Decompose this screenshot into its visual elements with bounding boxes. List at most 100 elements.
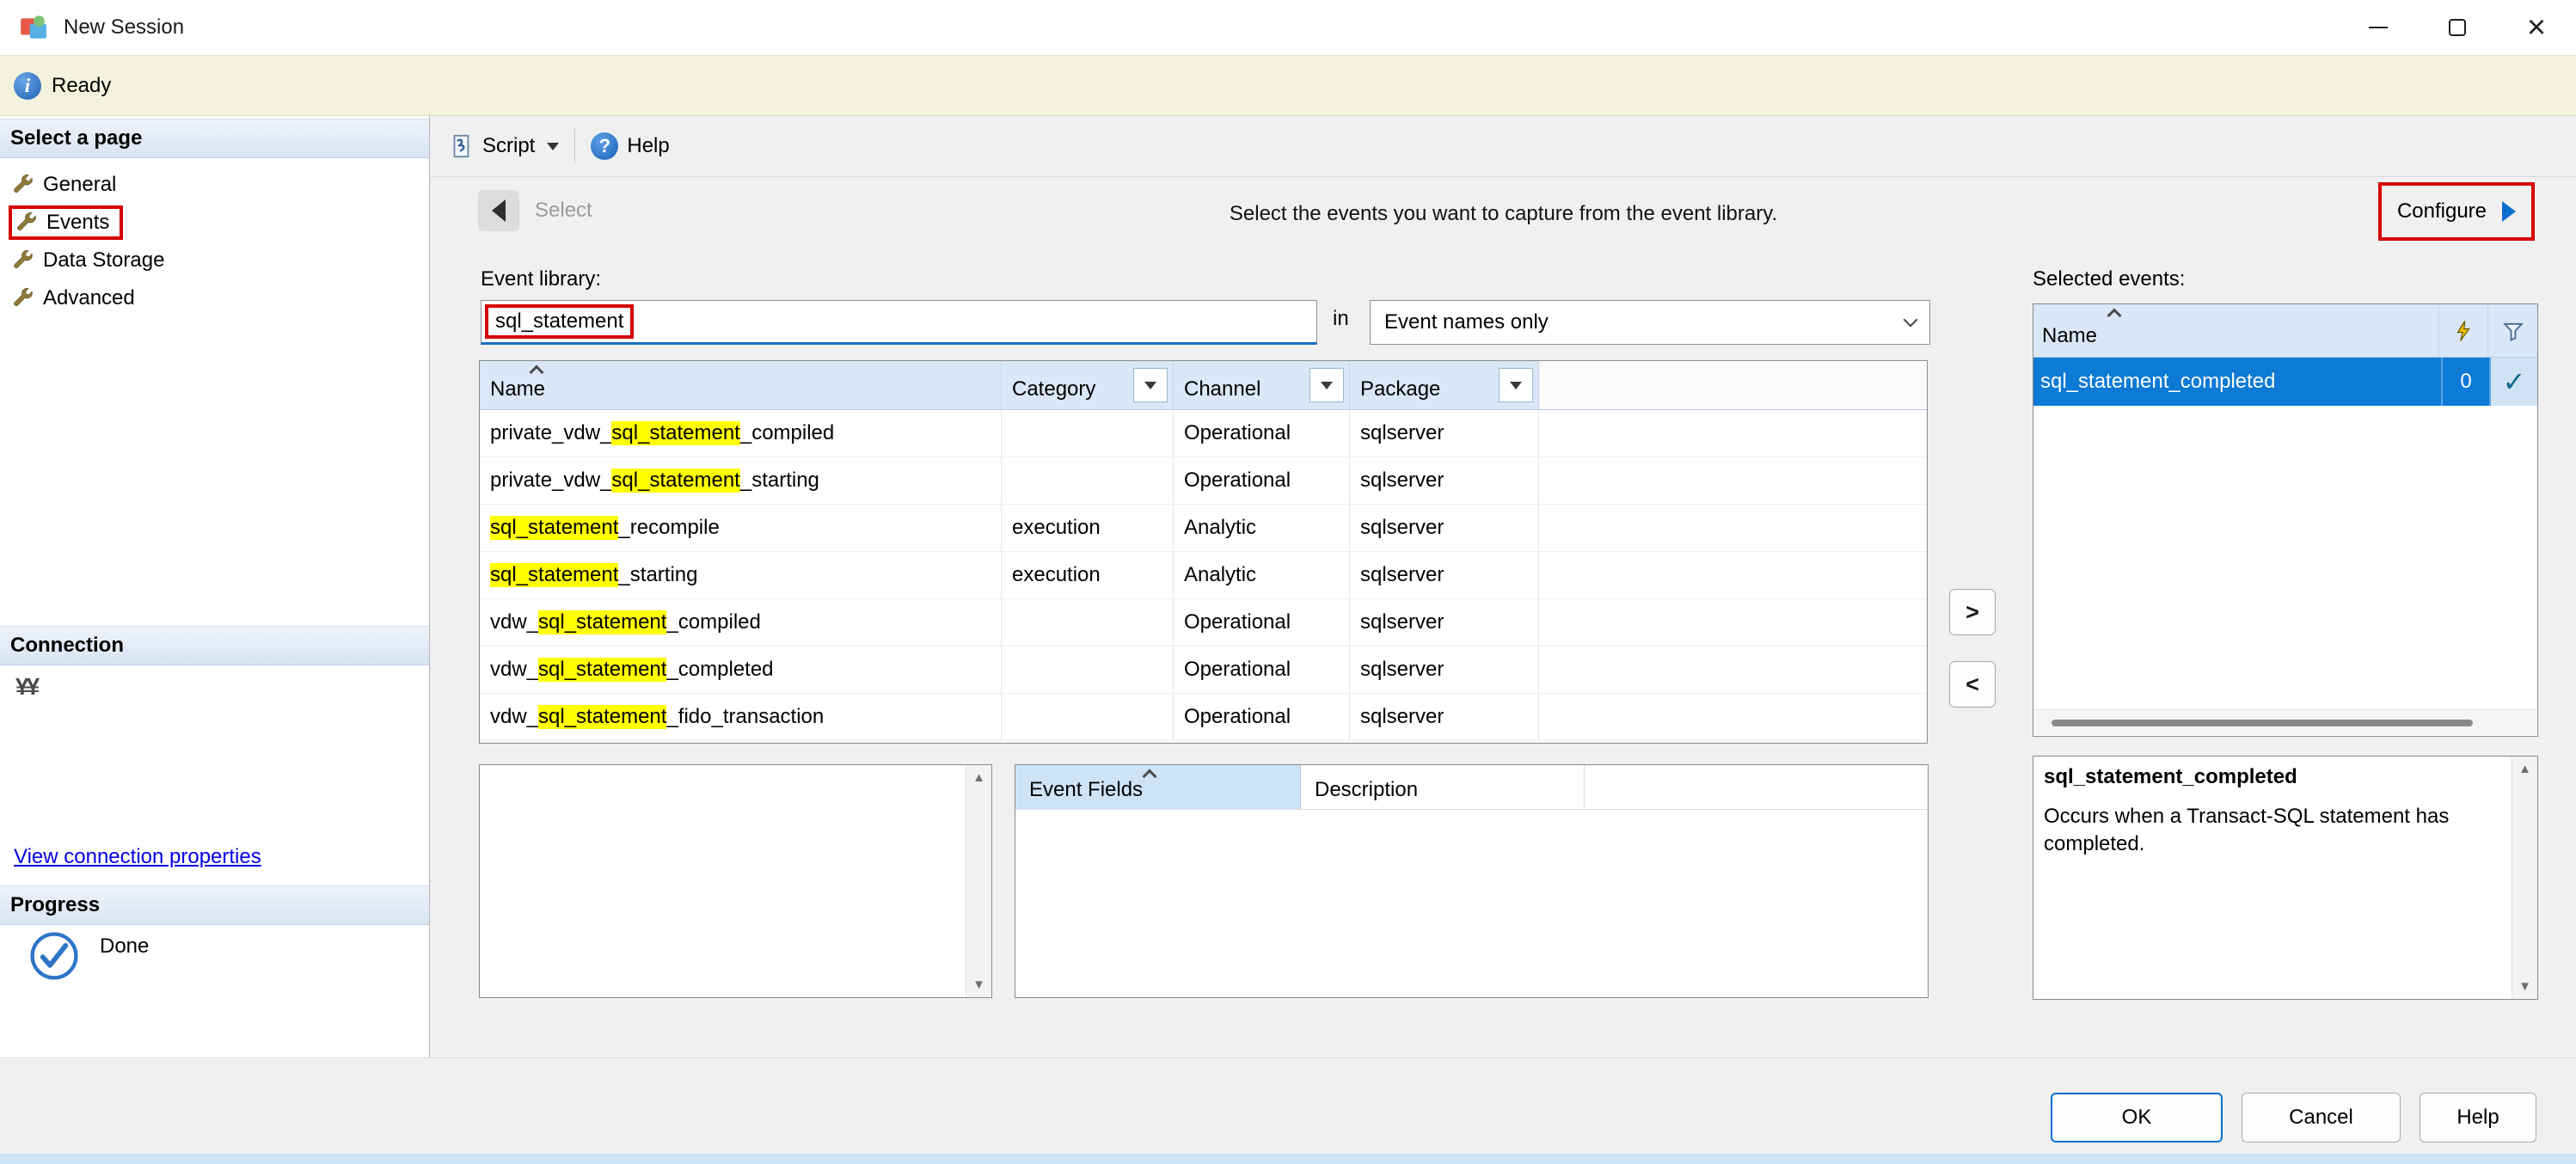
view-connection-properties-link[interactable]: View connection properties [14,845,261,869]
ok-button[interactable]: OK [2051,1093,2223,1143]
name-pre: private_vdw_ [490,421,611,445]
toolbar-help-button[interactable]: Help [627,134,669,158]
event-row[interactable]: private_vdw_sql_statement_starting Opera… [480,457,1927,505]
event-channel-cell: Operational [1174,646,1350,693]
event-filler-cell [1539,552,1927,598]
connection-header: Connection [0,626,429,665]
column-header-lightning[interactable] [2439,304,2488,357]
chevron-left-icon: < [1966,671,1979,698]
cancel-button[interactable]: Cancel [2242,1093,2401,1143]
done-check-icon [29,931,79,981]
event-channel-cell: Analytic [1174,552,1350,598]
name-post: _completed [666,658,773,682]
event-row[interactable]: sql_statement_recompile execution Analyt… [480,505,1927,552]
event-category-cell [1002,599,1174,646]
event-filler-cell [1539,410,1927,456]
channel-filter-dropdown[interactable] [1309,368,1344,402]
event-fields-panel: Event Fields Description [1015,764,1929,998]
column-header-category[interactable]: Category [1002,361,1174,409]
sidebar-item-advanced[interactable]: Advanced [0,279,429,317]
minimize-button[interactable] [2339,0,2418,55]
event-row[interactable]: vdw_sql_statement_compiled Operational s… [480,599,1927,646]
close-button[interactable]: × [2497,0,2576,55]
annotation-box-search: sql_statement [485,304,634,339]
scroll-up-icon[interactable]: ▲ [972,770,985,785]
chevron-down-icon [1144,382,1156,389]
event-row[interactable]: vdw_sql_statement_fido_transaction Opera… [480,694,1927,741]
column-header-channel[interactable]: Channel [1174,361,1350,409]
name-post: _fido_transaction [666,705,824,729]
package-filter-dropdown[interactable] [1499,368,1533,402]
scroll-up-icon[interactable]: ▲ [2518,762,2531,776]
name-match-highlight: sql_statement [490,516,618,540]
event-library-label: Event library: [481,267,601,291]
selected-events-label: Selected events: [2033,267,2185,291]
column-header-name[interactable]: Name [480,361,1002,409]
add-event-button[interactable]: > [1949,589,1996,635]
event-search-input[interactable]: sql_statement [481,300,1317,345]
chevron-down-icon [1904,313,1918,328]
configure-button[interactable]: Configure [2378,182,2535,241]
vertical-scrollbar[interactable]: ▲ ▼ [2512,757,2537,999]
scroll-down-icon[interactable]: ▼ [972,977,985,992]
arrow-right-icon [2502,201,2516,222]
sort-asc-icon [2107,309,2122,323]
event-channel-cell: Operational [1174,457,1350,504]
vertical-scrollbar[interactable]: ▲ ▼ [966,765,991,997]
event-channel-cell: Analytic [1174,505,1350,551]
select-back-button[interactable]: Select [478,186,592,236]
wrench-icon [12,174,34,196]
chevron-down-icon[interactable] [547,143,559,150]
help-button[interactable]: Help [2420,1093,2536,1143]
column-header-description[interactable]: Description [1301,765,1585,809]
event-row[interactable]: sql_statement_starting execution Analyti… [480,552,1927,599]
column-header-filter[interactable] [2488,304,2537,357]
column-header-package[interactable]: Package [1350,361,1539,409]
annotation-box-events: Events [9,205,123,240]
new-session-dialog: New Session × i Ready Select a page Gene… [0,0,2576,1164]
column-header-label: Category [1012,377,1095,401]
sidebar-item-general[interactable]: General [0,166,429,204]
select-a-page-header: Select a page [0,119,429,158]
name-post: _compiled [740,421,834,445]
event-row[interactable]: vdw_sql_statement_completed Operational … [480,646,1927,694]
sidebar-item-events[interactable]: Events [0,204,429,242]
scroll-down-icon[interactable]: ▼ [2518,979,2531,994]
column-header-label: Description [1315,778,1418,802]
remove-event-button[interactable]: < [1949,661,1996,708]
progress-status: Done [29,931,149,981]
event-table-header: Name Category Channel Package [480,361,1927,410]
event-package-cell: sqlserver [1350,599,1539,646]
chevron-down-icon [1321,382,1333,389]
category-filter-dropdown[interactable] [1133,368,1168,402]
event-category-cell [1002,646,1174,693]
event-name-cell: vdw_sql_statement_fido_transaction [480,694,1002,740]
name-match-highlight: sql_statement [611,421,739,445]
name-post: _compiled [666,610,760,634]
wrench-icon [15,211,38,234]
event-row[interactable]: private_vdw_sql_statement_compiled Opera… [480,410,1927,457]
minimize-icon [2369,27,2388,28]
event-name-cell: vdw_sql_statement_compiled [480,599,1002,646]
in-label: in [1333,307,1349,331]
selected-event-row[interactable]: sql_statement_completed 0 ✓ [2033,358,2537,406]
column-header-label: Package [1360,377,1440,401]
column-header-event-fields[interactable]: Event Fields [1015,765,1301,809]
event-filler-cell [1539,457,1927,504]
horizontal-scrollbar[interactable] [2034,709,2536,735]
event-package-cell: sqlserver [1350,646,1539,693]
name-post: _starting [740,469,819,493]
dialog-toolbar: Script ? Help [431,116,2576,177]
script-button[interactable]: Script [482,134,535,158]
scrollbar-thumb[interactable] [2052,720,2473,726]
event-package-cell: sqlserver [1350,457,1539,504]
column-header-name[interactable]: Name [2033,304,2439,357]
maximize-button[interactable] [2418,0,2497,55]
sidebar-item-data-storage[interactable]: Data Storage [0,242,429,279]
name-match-highlight: sql_statement [538,658,666,682]
info-icon: i [14,72,41,100]
search-scope-dropdown[interactable]: Event names only [1370,300,1930,345]
selected-event-description-panel: sql_statement_completed Occurs when a Tr… [2033,756,2538,1000]
selected-event-check[interactable]: ✓ [2489,358,2537,406]
event-channel-cell: Operational [1174,694,1350,740]
